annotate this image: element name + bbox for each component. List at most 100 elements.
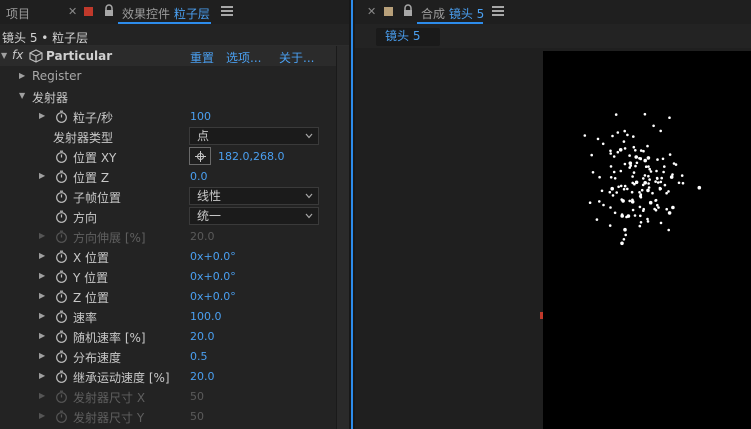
composition-canvas[interactable] [543, 51, 751, 429]
particle [616, 131, 620, 134]
fx-toggle[interactable]: fx [12, 48, 23, 62]
property-row-velocity-from-motion[interactable]: ▶ 继承运动速度 [%] 20.0 [0, 366, 336, 386]
particle [611, 134, 614, 138]
lock-icon[interactable] [103, 4, 115, 18]
menu-icon[interactable] [221, 4, 233, 18]
tab-composition[interactable]: 合成 镜头 5 [421, 5, 484, 22]
property-value[interactable]: 0.5 [190, 350, 208, 363]
chevron-down-icon [305, 133, 313, 139]
direction-dropdown[interactable]: 统一 [189, 207, 319, 225]
particle [600, 189, 604, 193]
stopwatch-icon[interactable] [55, 270, 68, 283]
particle [657, 206, 660, 209]
panel-color-swatch [84, 7, 93, 16]
particle [630, 190, 634, 194]
property-row-position-xy[interactable]: 位置 XY 182.0,268.0 [0, 146, 336, 166]
property-row-emitter-size-y: ▶ 发射器尺寸 Y 50 [0, 406, 336, 426]
effect-header-row: ▼ fx Particular 重置 选项... 关于... [0, 46, 336, 66]
particle [641, 183, 645, 187]
property-row-velocity-distribution[interactable]: ▶ 分布速度 0.5 [0, 346, 336, 366]
property-value[interactable]: 20.0 [190, 330, 215, 343]
property-value[interactable]: 0.0 [190, 170, 208, 183]
property-value[interactable]: 0x+0.0° [190, 250, 236, 263]
particle [638, 205, 642, 209]
property-row-subframe-position[interactable]: 子帧位置 线性 [0, 186, 336, 206]
property-row-direction[interactable]: 方向 统一 [0, 206, 336, 226]
triangle-right-icon[interactable]: ▶ [39, 311, 45, 320]
property-row-velocity[interactable]: ▶ 速率 100.0 [0, 306, 336, 326]
particle [622, 238, 626, 241]
lock-icon[interactable] [402, 4, 414, 18]
property-row-velocity-random[interactable]: ▶ 随机速率 [%] 20.0 [0, 326, 336, 346]
property-row-y-rotation[interactable]: ▶ Y 位置 0x+0.0° [0, 266, 336, 286]
triangle-right-icon[interactable]: ▶ [39, 251, 45, 260]
composition-viewer[interactable] [355, 48, 751, 429]
particle [617, 185, 620, 189]
target-button[interactable] [189, 147, 211, 165]
property-row-x-rotation[interactable]: ▶ X 位置 0x+0.0° [0, 246, 336, 266]
triangle-down-icon[interactable]: ▼ [19, 91, 25, 100]
particle [659, 221, 663, 225]
reset-link[interactable]: 重置 [190, 49, 214, 66]
options-link[interactable]: 选项... [226, 49, 261, 66]
particle [598, 175, 601, 179]
property-value[interactable]: 100.0 [190, 310, 222, 323]
menu-icon[interactable] [492, 4, 504, 18]
particle [626, 133, 629, 137]
particle [646, 188, 650, 193]
property-label: 发射器 [32, 91, 69, 105]
particle [624, 233, 627, 237]
tab-effect-controls[interactable]: 效果控件 粒子层 [122, 5, 210, 22]
triangle-right-icon[interactable]: ▶ [39, 371, 45, 380]
triangle-right-icon: ▶ [39, 411, 46, 420]
stopwatch-icon[interactable] [55, 150, 68, 163]
stopwatch-icon[interactable] [55, 170, 68, 183]
close-icon[interactable]: ✕ [68, 5, 77, 18]
tab-project[interactable]: 项目 [6, 5, 30, 22]
particle [591, 171, 595, 174]
stopwatch-icon[interactable] [55, 330, 68, 343]
property-row-particles-per-sec[interactable]: ▶ 粒子/秒 100 [0, 106, 336, 126]
property-row-position-z[interactable]: ▶ 位置 Z 0.0 [0, 166, 336, 186]
property-row-z-rotation[interactable]: ▶ Z 位置 0x+0.0° [0, 286, 336, 306]
triangle-right-icon[interactable]: ▶ [39, 111, 45, 120]
particle [656, 158, 659, 161]
triangle-right-icon[interactable]: ▶ [39, 291, 45, 300]
particle [613, 177, 617, 180]
particle [681, 181, 685, 185]
subframe-position-dropdown[interactable]: 线性 [189, 187, 319, 205]
about-link[interactable]: 关于... [279, 49, 314, 66]
particle [643, 174, 647, 177]
triangle-right-icon[interactable]: ▶ [39, 351, 45, 360]
particle [640, 188, 644, 192]
particle [609, 206, 612, 209]
property-value[interactable]: 100 [190, 110, 211, 123]
property-value[interactable]: 182.0,268.0 [218, 150, 284, 163]
triangle-right-icon[interactable]: ▶ [39, 331, 45, 340]
stopwatch-icon[interactable] [55, 250, 68, 263]
close-icon[interactable]: ✕ [367, 5, 376, 18]
stopwatch-icon[interactable] [55, 110, 68, 123]
scrollbar[interactable] [336, 46, 349, 429]
stopwatch-icon[interactable] [55, 370, 68, 383]
triangle-right-icon[interactable]: ▶ [39, 271, 45, 280]
stopwatch-icon[interactable] [55, 190, 68, 203]
property-value[interactable]: 0x+0.0° [190, 270, 236, 283]
property-value[interactable]: 20.0 [190, 370, 215, 383]
triangle-down-icon[interactable]: ▼ [1, 51, 7, 60]
property-row-register[interactable]: ▶ Register [0, 66, 336, 86]
triangle-right-icon[interactable]: ▶ [39, 171, 45, 180]
property-value[interactable]: 0x+0.0° [190, 290, 236, 303]
comp-breadcrumb[interactable]: 镜头 5 [376, 28, 440, 46]
stopwatch-icon[interactable] [55, 310, 68, 323]
stopwatch-icon[interactable] [55, 350, 68, 363]
property-row-emitter[interactable]: ▼ 发射器 [0, 86, 336, 106]
stopwatch-icon[interactable] [55, 210, 68, 223]
stopwatch-icon[interactable] [55, 290, 68, 303]
triangle-right-icon[interactable]: ▶ [19, 71, 25, 80]
emitter-type-dropdown[interactable]: 点 [189, 127, 319, 145]
particle [649, 170, 653, 173]
particle [646, 217, 649, 221]
property-row-emitter-type[interactable]: 发射器类型 点 [0, 126, 336, 146]
effect-controls-panel: 项目 ✕ 效果控件 粒子层 镜头 5 • 粒子层 ▼ fx Particular… [0, 0, 349, 429]
